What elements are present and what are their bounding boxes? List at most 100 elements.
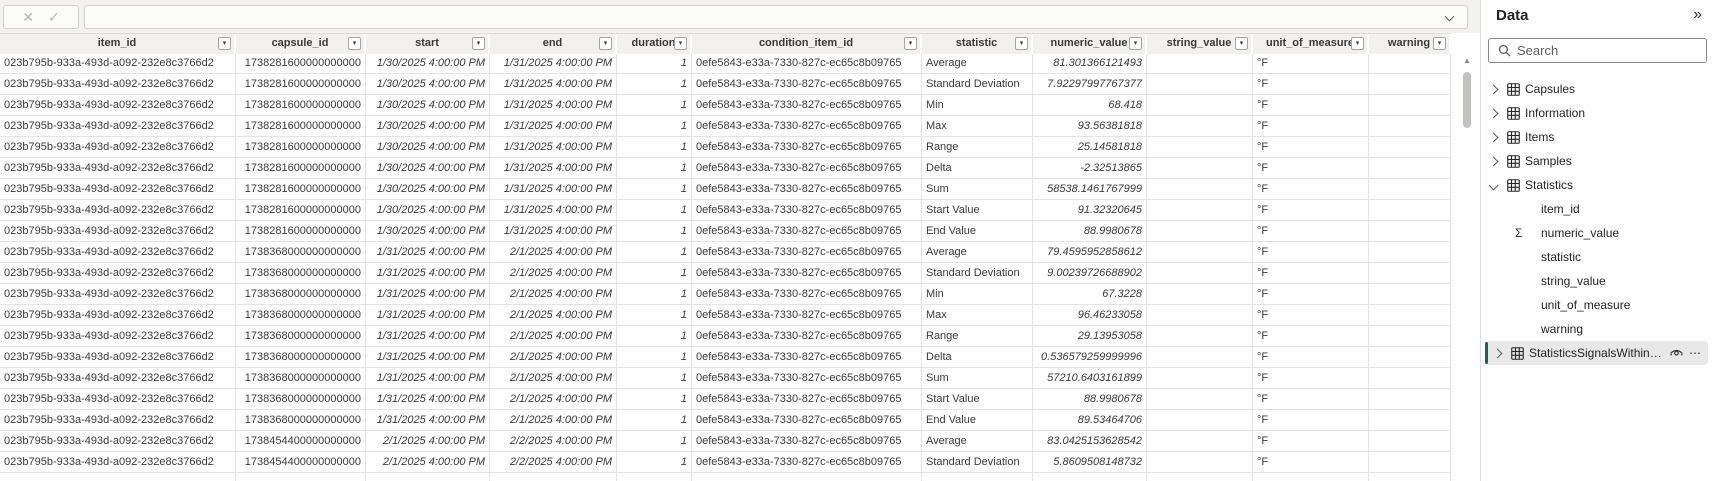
cell-unit_of_measure[interactable]: °F xyxy=(1253,305,1369,326)
cell-unit_of_measure[interactable]: °F xyxy=(1253,242,1369,263)
cell-capsule_id[interactable]: 1738368000000000000 xyxy=(236,263,366,284)
cell-condition_item_id[interactable]: 0efe5843-e33a-7330-827c-ec65c8b09765 xyxy=(692,179,922,200)
cell-condition_item_id[interactable]: 0efe5843-e33a-7330-827c-ec65c8b09765 xyxy=(692,137,922,158)
cell-string_value[interactable] xyxy=(1147,305,1253,326)
cell-statistic[interactable]: Range xyxy=(922,137,1033,158)
cell-item_id[interactable]: 023b795b-933a-493d-a092-232e8c3766d2 xyxy=(0,431,236,452)
cell-warning[interactable] xyxy=(1369,305,1451,326)
cell-duration[interactable]: 1 xyxy=(617,116,692,137)
tree-item-string-value[interactable]: string_value xyxy=(1481,269,1714,293)
cell-statistic[interactable]: Average xyxy=(922,431,1033,452)
cell-end[interactable]: 2/1/2025 4:00:00 PM xyxy=(490,410,617,431)
search-input[interactable]: Search xyxy=(1488,38,1707,63)
filter-icon[interactable]: ▾ xyxy=(218,37,231,50)
cell-item_id[interactable] xyxy=(0,473,236,481)
cell-start[interactable]: 1/31/2025 4:00:00 PM xyxy=(366,410,490,431)
cell-unit_of_measure[interactable]: °F xyxy=(1253,95,1369,116)
cell-capsule_id[interactable]: 1738368000000000000 xyxy=(236,242,366,263)
cell-string_value[interactable] xyxy=(1147,473,1253,481)
cell-unit_of_measure[interactable]: °F xyxy=(1253,326,1369,347)
cell-capsule_id[interactable]: 1738454400000000000 xyxy=(236,452,366,473)
cell-start[interactable] xyxy=(366,473,490,481)
column-header-unit_of_measure[interactable]: unit_of_measure▾ xyxy=(1253,34,1369,54)
cell-duration[interactable]: 1 xyxy=(617,347,692,368)
column-header-item_id[interactable]: item_id▾ xyxy=(0,34,236,54)
cell-capsule_id[interactable]: 1738368000000000000 xyxy=(236,368,366,389)
column-header-condition_item_id[interactable]: condition_item_id▾ xyxy=(692,34,922,54)
cell-condition_item_id[interactable]: 0efe5843-e33a-7330-827c-ec65c8b09765 xyxy=(692,116,922,137)
chevron-right-icon[interactable] xyxy=(1489,84,1499,94)
cell-numeric_value[interactable]: 57210.6403161899 xyxy=(1033,368,1147,389)
cell-condition_item_id[interactable]: 0efe5843-e33a-7330-827c-ec65c8b09765 xyxy=(692,389,922,410)
tree-item-information[interactable]: Information xyxy=(1481,101,1714,125)
cell-end[interactable]: 2/1/2025 4:00:00 PM xyxy=(490,389,617,410)
cell-end[interactable]: 2/1/2025 4:00:00 PM xyxy=(490,263,617,284)
cell-warning[interactable] xyxy=(1369,95,1451,116)
more-options-icon[interactable]: ⋯ xyxy=(1689,346,1702,360)
cell-numeric_value[interactable]: 81.301366121493 xyxy=(1033,53,1147,74)
cell-unit_of_measure[interactable]: °F xyxy=(1253,53,1369,74)
formula-input[interactable] xyxy=(84,5,1468,29)
cell-start[interactable]: 1/31/2025 4:00:00 PM xyxy=(366,284,490,305)
cell-duration[interactable]: 1 xyxy=(617,200,692,221)
cell-unit_of_measure[interactable] xyxy=(1253,473,1369,481)
cell-warning[interactable] xyxy=(1369,53,1451,74)
cell-condition_item_id[interactable]: 0efe5843-e33a-7330-827c-ec65c8b09765 xyxy=(692,95,922,116)
cell-duration[interactable]: 1 xyxy=(617,368,692,389)
cell-start[interactable]: 1/30/2025 4:00:00 PM xyxy=(366,200,490,221)
cell-item_id[interactable]: 023b795b-933a-493d-a092-232e8c3766d2 xyxy=(0,326,236,347)
cell-warning[interactable] xyxy=(1369,284,1451,305)
cell-duration[interactable]: 1 xyxy=(617,53,692,74)
cell-condition_item_id[interactable]: 0efe5843-e33a-7330-827c-ec65c8b09765 xyxy=(692,53,922,74)
cell-duration[interactable] xyxy=(617,473,692,481)
cell-capsule_id[interactable]: 1738281600000000000 xyxy=(236,158,366,179)
column-header-numeric_value[interactable]: numeric_value▾ xyxy=(1033,34,1147,54)
cell-start[interactable]: 1/30/2025 4:00:00 PM xyxy=(366,179,490,200)
cell-end[interactable]: 1/31/2025 4:00:00 PM xyxy=(490,53,617,74)
cell-start[interactable]: 1/30/2025 4:00:00 PM xyxy=(366,137,490,158)
cell-statistic[interactable]: Max xyxy=(922,305,1033,326)
cell-capsule_id[interactable]: 1738281600000000000 xyxy=(236,221,366,242)
cell-capsule_id[interactable]: 1738368000000000000 xyxy=(236,326,366,347)
tree-item-samples[interactable]: Samples xyxy=(1481,149,1714,173)
column-header-capsule_id[interactable]: capsule_id▾ xyxy=(236,34,366,54)
cell-item_id[interactable]: 023b795b-933a-493d-a092-232e8c3766d2 xyxy=(0,305,236,326)
cell-capsule_id[interactable]: 1738281600000000000 xyxy=(236,137,366,158)
cell-string_value[interactable] xyxy=(1147,389,1253,410)
tree-item-capsules[interactable]: Capsules xyxy=(1481,77,1714,101)
cell-string_value[interactable] xyxy=(1147,95,1253,116)
cell-capsule_id[interactable]: 1738454400000000000 xyxy=(236,431,366,452)
cell-condition_item_id[interactable]: 0efe5843-e33a-7330-827c-ec65c8b09765 xyxy=(692,263,922,284)
column-header-warning[interactable]: warning▾ xyxy=(1369,34,1451,54)
cell-item_id[interactable]: 023b795b-933a-493d-a092-232e8c3766d2 xyxy=(0,74,236,95)
cell-numeric_value[interactable]: 89.53464706 xyxy=(1033,410,1147,431)
cell-end[interactable]: 2/2/2025 4:00:00 PM xyxy=(490,452,617,473)
cell-statistic[interactable]: Sum xyxy=(922,368,1033,389)
cell-duration[interactable]: 1 xyxy=(617,326,692,347)
cell-condition_item_id[interactable]: 0efe5843-e33a-7330-827c-ec65c8b09765 xyxy=(692,347,922,368)
cell-numeric_value[interactable]: 88.9980678 xyxy=(1033,389,1147,410)
cell-condition_item_id[interactable]: 0efe5843-e33a-7330-827c-ec65c8b09765 xyxy=(692,410,922,431)
filter-icon[interactable]: ▾ xyxy=(1129,37,1142,50)
cell-start[interactable]: 1/31/2025 4:00:00 PM xyxy=(366,263,490,284)
cell-warning[interactable] xyxy=(1369,347,1451,368)
cell-condition_item_id[interactable]: 0efe5843-e33a-7330-827c-ec65c8b09765 xyxy=(692,242,922,263)
cell-warning[interactable] xyxy=(1369,74,1451,95)
cell-unit_of_measure[interactable]: °F xyxy=(1253,389,1369,410)
cell-item_id[interactable]: 023b795b-933a-493d-a092-232e8c3766d2 xyxy=(0,116,236,137)
cell-item_id[interactable]: 023b795b-933a-493d-a092-232e8c3766d2 xyxy=(0,158,236,179)
cell-warning[interactable] xyxy=(1369,116,1451,137)
cell-condition_item_id[interactable]: 0efe5843-e33a-7330-827c-ec65c8b09765 xyxy=(692,221,922,242)
cell-warning[interactable] xyxy=(1369,452,1451,473)
cell-end[interactable]: 2/1/2025 4:00:00 PM xyxy=(490,242,617,263)
cell-numeric_value[interactable]: 9.00239726688902 xyxy=(1033,263,1147,284)
cell-warning[interactable] xyxy=(1369,263,1451,284)
cell-capsule_id[interactable]: 1738368000000000000 xyxy=(236,389,366,410)
cell-condition_item_id[interactable]: 0efe5843-e33a-7330-827c-ec65c8b09765 xyxy=(692,368,922,389)
cell-numeric_value[interactable]: 83.0425153628542 xyxy=(1033,431,1147,452)
cell-string_value[interactable] xyxy=(1147,431,1253,452)
cancel-icon[interactable]: ✕ xyxy=(22,10,34,24)
cell-duration[interactable]: 1 xyxy=(617,431,692,452)
cell-numeric_value[interactable]: -2.32513865 xyxy=(1033,158,1147,179)
cell-statistic[interactable]: Min xyxy=(922,95,1033,116)
